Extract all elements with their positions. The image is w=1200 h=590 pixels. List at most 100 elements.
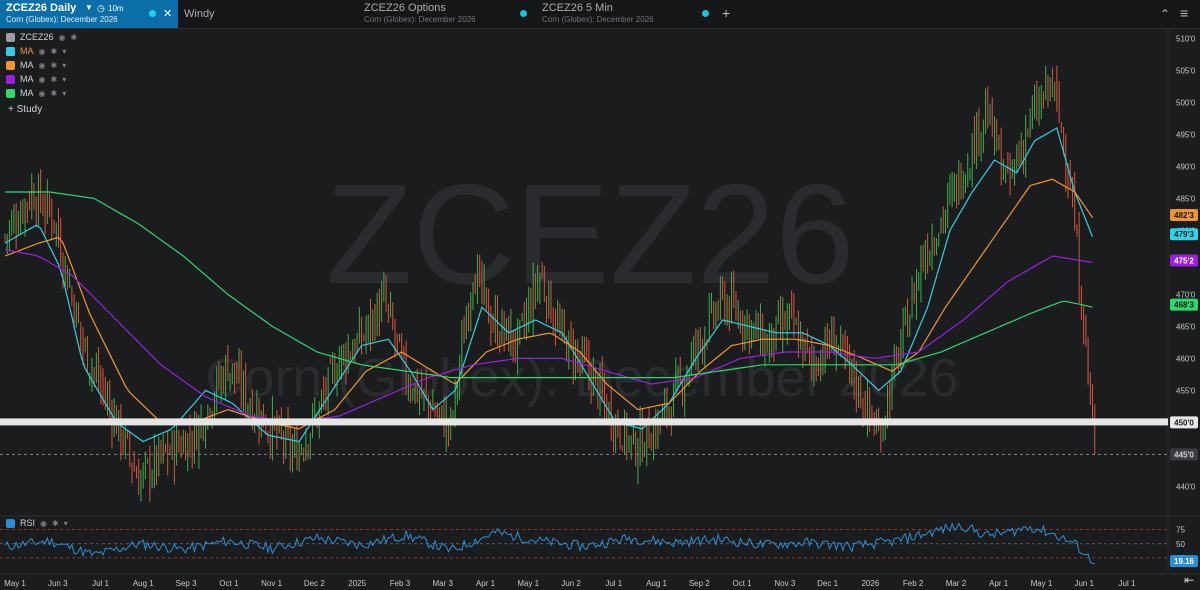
rsi-level-label: 50: [1176, 540, 1185, 549]
x-tick-label: Jul 1: [92, 579, 109, 588]
watermark-symbol: ZCEZ26: [326, 155, 855, 314]
y-tick-label: 455'0: [1176, 386, 1196, 395]
chevron-down-icon[interactable]: ▾: [62, 89, 66, 98]
tab-title: ZCEZ26 Daily: [6, 2, 77, 14]
x-tick-label: Sep 2: [689, 579, 710, 588]
y-tick-label: 505'0: [1176, 66, 1196, 75]
tab-interval: 10m: [108, 4, 124, 13]
chart-legend: ZCEZ26 ◉ ✱ MA ◉ ✱ ▾ MA ◉ ✱ ▾ MA ◉ ✱ ▾ MA…: [6, 30, 77, 100]
tab-title: Windy: [184, 8, 215, 20]
legend-label: MA: [20, 88, 34, 98]
x-tick-label: Jun 2: [561, 579, 581, 588]
x-tick-label: Apr 1: [989, 579, 1009, 588]
add-tab-button[interactable]: +: [722, 6, 730, 20]
price-tag-label: 482'3: [1174, 211, 1194, 220]
eye-icon[interactable]: ◉: [39, 47, 46, 56]
y-tick-label: 465'0: [1176, 322, 1196, 331]
chevron-down-icon[interactable]: ▾: [64, 519, 68, 528]
legend-label: ZCEZ26: [20, 32, 54, 42]
y-tick-label: 495'0: [1176, 130, 1196, 139]
legend-ma-4[interactable]: MA ◉ ✱ ▾: [6, 86, 77, 100]
chevron-down-icon[interactable]: ▼: [85, 3, 93, 12]
back-arrow-icon[interactable]: ⇤: [1184, 573, 1194, 587]
price-tag-label: 475'2: [1174, 256, 1194, 265]
rsi-value-label: 19.16: [1174, 557, 1195, 566]
eye-icon[interactable]: ◉: [59, 33, 66, 42]
legend-swatch: [6, 74, 15, 84]
close-icon[interactable]: ✕: [163, 7, 172, 20]
rsi-legend[interactable]: RSI ◉ ✱ ▾: [6, 518, 68, 528]
support-line: [0, 418, 1168, 426]
gear-icon[interactable]: ✱: [71, 33, 78, 42]
legend-ma-3[interactable]: MA ◉ ✱ ▾: [6, 72, 77, 86]
add-study-button[interactable]: + Study: [8, 104, 42, 115]
tab-subtitle: Corn (Globex): December 2026: [364, 15, 476, 24]
price-tag-label: 468'3: [1174, 301, 1194, 310]
y-tick-label: 460'0: [1176, 354, 1196, 363]
x-tick-label: Feb 3: [390, 579, 411, 588]
tab-windy[interactable]: Windy: [178, 0, 336, 28]
gear-icon[interactable]: ✱: [50, 61, 57, 70]
chevron-down-icon[interactable]: ▾: [62, 61, 66, 70]
eye-icon[interactable]: ◉: [39, 61, 46, 70]
x-tick-label: Dec 1: [817, 579, 838, 588]
collapse-icon[interactable]: ⌃: [1160, 8, 1170, 20]
x-tick-label: Mar 3: [432, 579, 453, 588]
y-tick-label: 500'0: [1176, 98, 1196, 107]
price-chart[interactable]: ZCEZ26Corn (Globex): December 2026510'05…: [0, 28, 1200, 590]
tab-status-dot: [702, 10, 709, 17]
x-tick-label: Aug 1: [133, 579, 154, 588]
x-tick-label: Aug 1: [646, 579, 667, 588]
x-tick-label: Oct 1: [733, 579, 753, 588]
x-tick-label: Nov 1: [261, 579, 282, 588]
legend-label: MA: [20, 60, 34, 70]
chevron-down-icon[interactable]: ▾: [62, 47, 66, 56]
price-tag-label: 450'0: [1174, 418, 1194, 427]
x-tick-label: Oct 1: [219, 579, 239, 588]
x-tick-label: Jul 1: [605, 579, 622, 588]
gear-icon[interactable]: ✱: [52, 519, 59, 528]
tab-status-dot: [149, 10, 156, 17]
legend-swatch: [6, 518, 15, 528]
x-tick-label: Jun 1: [1074, 579, 1094, 588]
y-tick-label: 510'0: [1176, 34, 1196, 43]
eye-icon[interactable]: ◉: [39, 75, 46, 84]
x-tick-label: 2026: [861, 579, 879, 588]
legend-swatch: [6, 32, 15, 42]
tab-zcez26-daily[interactable]: ZCEZ26 Daily ▼ ◷ 10m Corn (Globex): Dece…: [0, 0, 178, 28]
tab-bar: ZCEZ26 Daily ▼ ◷ 10m Corn (Globex): Dece…: [0, 0, 1200, 29]
legend-swatch: [6, 46, 15, 56]
legend-ma-2[interactable]: MA ◉ ✱ ▾: [6, 58, 77, 72]
gear-icon[interactable]: ✱: [50, 75, 57, 84]
y-tick-label: 490'0: [1176, 162, 1196, 171]
price-tag-label: 479'3: [1174, 230, 1194, 239]
legend-swatch: [6, 60, 15, 70]
x-tick-label: May 1: [517, 579, 539, 588]
legend-label: MA: [20, 74, 34, 84]
x-tick-label: Mar 2: [946, 579, 967, 588]
tab-zcez26-options[interactable]: ZCEZ26 Options Corn (Globex): December 2…: [358, 0, 528, 28]
eye-icon[interactable]: ◉: [39, 89, 46, 98]
x-tick-label: Sep 3: [176, 579, 197, 588]
tab-subtitle: Corn (Globex): December 2026: [542, 15, 654, 24]
chevron-down-icon[interactable]: ▾: [62, 75, 66, 84]
menu-icon[interactable]: ≡: [1180, 6, 1188, 20]
clock-icon: ◷: [97, 3, 105, 13]
legend-ma-1[interactable]: MA ◉ ✱ ▾: [6, 44, 77, 58]
legend-label: MA: [20, 46, 34, 56]
gear-icon[interactable]: ✱: [50, 47, 57, 56]
legend-symbol[interactable]: ZCEZ26 ◉ ✱: [6, 30, 77, 44]
x-tick-label: 2025: [348, 579, 366, 588]
tab-status-dot: [520, 10, 527, 17]
x-tick-label: May 1: [4, 579, 26, 588]
y-tick-label: 440'0: [1176, 482, 1196, 491]
gear-icon[interactable]: ✱: [50, 89, 57, 98]
x-tick-label: May 1: [1031, 579, 1053, 588]
tab-zcez26-5min[interactable]: ZCEZ26 5 Min Corn (Globex): December 202…: [536, 0, 714, 28]
eye-icon[interactable]: ◉: [40, 519, 47, 528]
rsi-level-label: 75: [1176, 526, 1185, 535]
x-tick-label: Feb 2: [903, 579, 924, 588]
y-tick-label: 470'0: [1176, 290, 1196, 299]
x-tick-label: Jun 3: [48, 579, 68, 588]
price-tag-label: 445'0: [1174, 450, 1194, 459]
